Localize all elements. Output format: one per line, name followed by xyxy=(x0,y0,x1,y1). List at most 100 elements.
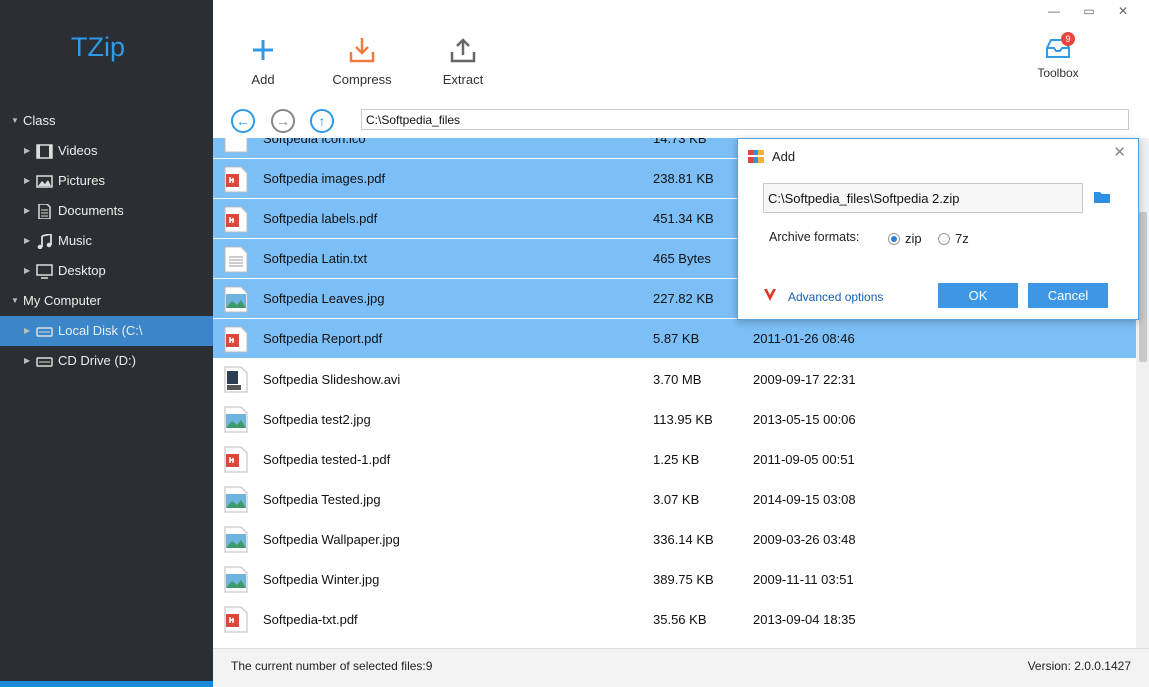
sidebar-bottom-bar xyxy=(0,681,213,687)
format-zip-radio[interactable]: zip xyxy=(888,231,922,246)
monitor-icon xyxy=(36,263,53,279)
tree-section-class[interactable]: ▼ Class xyxy=(0,106,213,136)
extract-button[interactable]: Extract xyxy=(423,36,503,87)
dialog-title: Add xyxy=(772,149,796,164)
file-row[interactable]: Softpedia-txt.pdf 35.56 KB 2013-09-04 18:3… xyxy=(213,599,1136,639)
selected-count-text: The current number of selected files:9 xyxy=(231,659,433,673)
archive-path-input[interactable] xyxy=(763,183,1083,213)
file-icon xyxy=(224,138,248,153)
format-7z-radio[interactable]: 7z xyxy=(938,231,969,246)
cancel-button[interactable]: Cancel xyxy=(1028,283,1108,308)
file-name: Softpedia Leaves.jpg xyxy=(263,291,385,306)
file-size: 3.70 MB xyxy=(653,371,702,387)
video-file-icon xyxy=(224,366,248,393)
format-zip-label: zip xyxy=(905,231,922,246)
film-icon xyxy=(36,143,53,159)
caret-right-icon[interactable]: ▶ xyxy=(24,200,36,222)
tree-item-pictures[interactable]: ▶ Pictures xyxy=(0,166,213,196)
up-arrow-icon[interactable]: ↑ xyxy=(310,109,334,133)
file-name: Softpedia test2.jpg xyxy=(263,411,371,427)
maximize-icon[interactable]: ▭ xyxy=(1079,4,1099,18)
status-bar: The current number of selected files:9 V… xyxy=(213,648,1149,687)
toolbox-badge: 9 xyxy=(1061,32,1075,46)
file-name: Softpedia images.pdf xyxy=(263,171,386,186)
file-date: 2011-01-26 08:46 xyxy=(753,331,855,346)
ok-button[interactable]: OK xyxy=(938,283,1018,308)
folder-icon[interactable] xyxy=(1094,190,1110,203)
pdf-file-icon xyxy=(224,446,248,473)
music-note-icon xyxy=(37,233,52,249)
close-icon[interactable]: ✕ xyxy=(1113,4,1133,18)
file-size: 3.07 KB xyxy=(653,491,700,507)
file-row[interactable]: Softpedia test2.jpg 113.95 KB 2013-05-15 0… xyxy=(213,399,1136,439)
tree-label: CD Drive (D:) xyxy=(58,353,136,368)
file-size: 389.75 KB xyxy=(653,571,714,587)
tree-label: Pictures xyxy=(58,173,105,188)
caret-right-icon[interactable]: ▶ xyxy=(24,140,36,162)
caret-down-icon[interactable]: ▼ xyxy=(11,290,23,312)
tree-item-documents[interactable]: ▶ Documents xyxy=(0,196,213,226)
extract-button-label: Extract xyxy=(442,72,484,87)
compress-button[interactable]: Compress xyxy=(322,36,402,87)
file-date: 2011-09-05 00:51 xyxy=(753,451,855,467)
tree-section-my-computer[interactable]: ▼ My Computer xyxy=(0,286,213,316)
version-text: Version: 2.0.0.1427 xyxy=(1027,659,1131,673)
tree-item-videos[interactable]: ▶ Videos xyxy=(0,136,213,166)
file-name: Softpedia icon.ico xyxy=(263,138,366,146)
folder-tree: ▼ Class ▶ Videos ▶ Pictures ▶ Documents … xyxy=(0,106,213,376)
tree-label: Music xyxy=(58,233,92,248)
plus-icon xyxy=(253,40,273,60)
minimize-icon[interactable]: — xyxy=(1044,4,1064,18)
file-row[interactable]: Softpedia Slideshow.avi 3.70 MB 2009-09-17… xyxy=(213,359,1136,399)
file-name: Softpedia labels.pdf xyxy=(263,211,378,226)
file-size: 238.81 KB xyxy=(653,171,714,186)
image-file-icon xyxy=(224,566,248,593)
file-row[interactable]: Softpedia Tested.jpg 3.07 KB 2014-09-15 03… xyxy=(213,479,1136,519)
tree-item-desktop[interactable]: ▶ Desktop xyxy=(0,256,213,286)
caret-right-icon[interactable]: ▶ xyxy=(24,260,36,282)
file-date: 2014-09-15 03:08 xyxy=(753,491,856,507)
sidebar: TZip ▼ Class ▶ Videos ▶ Pictures ▶ Docum… xyxy=(0,0,213,687)
file-date: 2013-09-04 18:35 xyxy=(753,611,856,627)
caret-down-icon[interactable]: ▼ xyxy=(11,110,23,132)
image-file-icon xyxy=(224,526,248,553)
file-name: Softpedia Wallpaper.jpg xyxy=(263,531,400,547)
caret-right-icon[interactable]: ▶ xyxy=(24,320,36,342)
back-arrow-icon[interactable]: ← xyxy=(231,109,255,133)
file-size: 35.56 KB xyxy=(653,611,707,627)
tree-label: Desktop xyxy=(58,263,106,278)
pdf-file-icon xyxy=(224,206,248,233)
caret-right-icon[interactable]: ▶ xyxy=(24,230,36,252)
file-row[interactable]: Softpedia Wallpaper.jpg 336.14 KB 2009-03-… xyxy=(213,519,1136,559)
path-input[interactable] xyxy=(361,109,1129,130)
add-button[interactable]: Add xyxy=(223,36,303,87)
dialog-close-icon[interactable]: ✕ xyxy=(1113,143,1126,161)
file-size: 5.87 KB xyxy=(653,331,700,346)
file-row[interactable]: Softpedia Report.pdf 5.87 KB 2011-01-26 08… xyxy=(213,319,1136,359)
file-name: Softpedia Winter.jpg xyxy=(263,571,380,587)
chevron-down-icon[interactable] xyxy=(763,288,777,302)
file-date: 2013-05-15 00:06 xyxy=(753,411,856,427)
pdf-file-icon xyxy=(224,606,248,633)
extract-icon xyxy=(450,38,476,63)
caret-right-icon[interactable]: ▶ xyxy=(24,170,36,192)
add-button-label: Add xyxy=(251,72,275,87)
advanced-options-link[interactable]: Advanced options xyxy=(788,290,883,304)
document-icon xyxy=(38,203,51,219)
toolbar: Add Compress Extract — ▭ ✕ 9 Toolbox xyxy=(213,0,1149,100)
file-name: Softpedia Report.pdf xyxy=(263,331,383,346)
app-logo: TZip xyxy=(71,32,125,62)
scrollbar-thumb[interactable] xyxy=(1139,212,1147,362)
forward-arrow-icon[interactable]: → xyxy=(271,109,295,133)
tree-label: Local Disk (C:\ xyxy=(58,323,143,338)
file-size: 113.95 KB xyxy=(653,411,713,427)
tree-item-local-disk[interactable]: ▶ Local Disk (C:\ xyxy=(0,316,213,346)
tree-item-music[interactable]: ▶ Music xyxy=(0,226,213,256)
file-row[interactable]: Softpedia Winter.jpg 389.75 KB 2009-11-11 … xyxy=(213,559,1136,599)
caret-right-icon[interactable]: ▶ xyxy=(24,350,36,372)
tree-item-cd-drive[interactable]: ▶ CD Drive (D:) xyxy=(0,346,213,376)
text-file-icon xyxy=(224,246,248,273)
toolbox-button[interactable]: 9 Toolbox xyxy=(1028,32,1088,80)
file-size: 451.34 KB xyxy=(653,211,714,226)
file-row[interactable]: Softpedia tested-1.pdf 1.25 KB 2011-09-05 … xyxy=(213,439,1136,479)
